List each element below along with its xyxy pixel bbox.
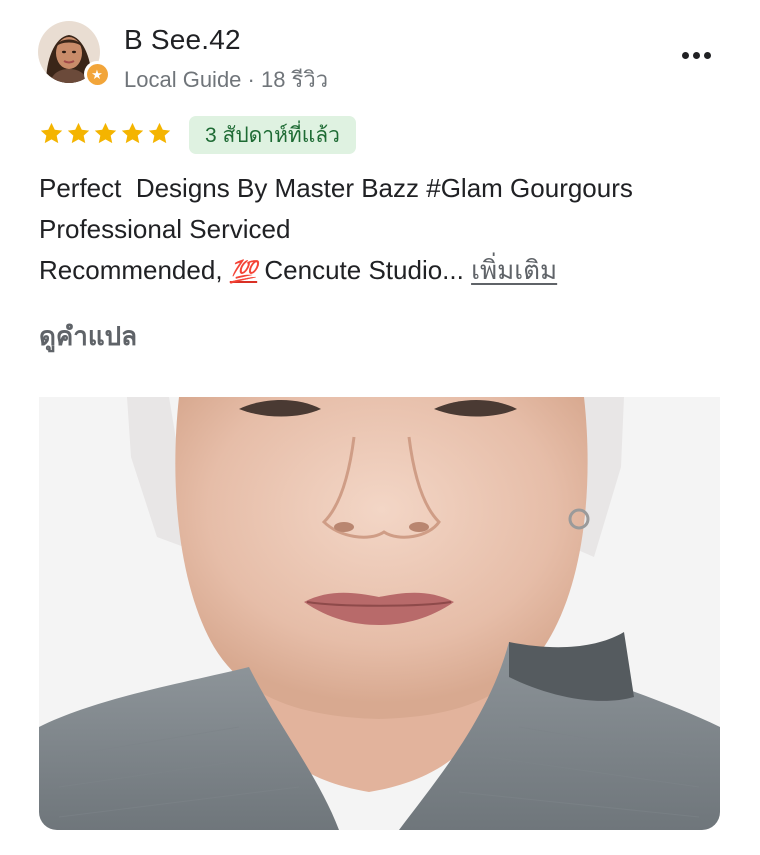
review-date-badge: 3 สัปดาห์ที่แล้ว [189,116,356,154]
review-line-3: Recommended, 💯 Cencute Studio... เพิ่มเต… [39,250,729,292]
local-guide-star-icon: ★ [86,63,108,85]
review-line-3-suffix: Cencute Studio... [257,255,472,285]
star-icon [148,122,171,144]
hundred-points-icon: 💯 [229,259,258,284]
star-icon [94,122,117,144]
review-line-3-prefix: Recommended, [39,255,230,285]
more-options-button[interactable] [676,40,716,70]
more-vertical-icon [681,51,689,59]
star-icon [40,122,63,144]
star-rating [38,120,173,147]
read-more-link[interactable]: เพิ่มเติม [471,255,557,285]
more-dot [692,51,700,59]
review-line-1: Perfect Designs By Master Bazz #Glam Gou… [39,173,633,203]
review-photo[interactable] [39,397,720,830]
review-card: ★ B See.42 Local Guide · 18 รีวิว 3 สัปด… [0,0,760,855]
review-photo-image [39,397,720,830]
reviewer-name[interactable]: B See.42 [124,24,241,56]
review-line-2: Professional Serviced [39,214,291,244]
reviewer-avatar[interactable]: ★ [38,21,110,87]
local-guide-badge: ★ [84,61,110,87]
review-text: Perfect Designs By Master Bazz #Glam Gou… [39,168,729,292]
star-icon [67,122,90,144]
reviewer-meta: Local Guide · 18 รีวิว [124,67,329,92]
translate-link[interactable]: ดูคำแปล [39,316,137,357]
more-dot [703,51,711,59]
star-icon [121,122,144,144]
